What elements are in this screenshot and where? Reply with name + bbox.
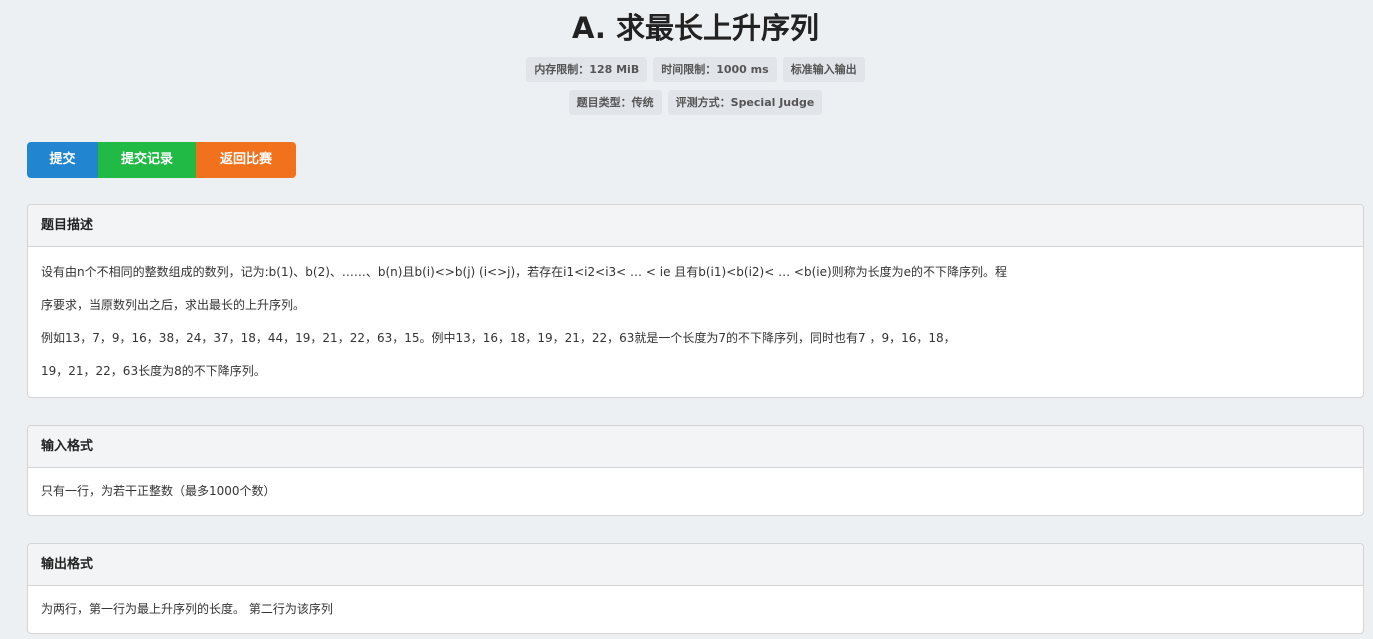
output-format-text: 为两行，第一行为最上升序列的长度。 第二行为该序列 — [41, 602, 333, 616]
back-to-contest-button[interactable]: 返回比赛 — [196, 142, 296, 178]
output-format-heading: 输出格式 — [28, 544, 1363, 586]
input-format-body: 只有一行，为若干正整数（最多1000个数） — [28, 468, 1363, 515]
submit-button[interactable]: 提交 — [27, 142, 98, 178]
description-line: 序要求，当原数列出之后，求出最长的上升序列。 — [41, 298, 306, 312]
action-button-group: 提交 提交记录 返回比赛 — [27, 142, 1364, 178]
judge-method-label: 评测方式：Special Judge — [667, 90, 823, 115]
description-line: 19，21，22，63长度为8的不下降序列。 — [41, 364, 266, 378]
problem-type-label: 题目类型：传统 — [568, 90, 662, 115]
submission-records-button[interactable]: 提交记录 — [98, 142, 196, 178]
output-format-body: 为两行，第一行为最上升序列的长度。 第二行为该序列 — [28, 586, 1363, 633]
description-line: 例如13，7，9，16，38，24，37，18，44，19，21，22，63，1… — [41, 331, 956, 345]
problem-title: A. 求最长上升序列 — [571, 11, 820, 45]
input-format-heading: 输入格式 — [28, 426, 1363, 468]
description-body: 设有由n个不相同的整数组成的数列，记为:b(1)、b(2)、……、b(n)且b(… — [28, 247, 1363, 397]
input-format-text: 只有一行，为若干正整数（最多1000个数） — [41, 484, 276, 498]
memory-limit-label: 内存限制：128 MiB — [526, 57, 648, 82]
io-mode-label: 标准输入输出 — [782, 57, 865, 82]
input-format-section: 输入格式 只有一行，为若干正整数（最多1000个数） — [27, 425, 1364, 516]
problem-page: A. 求最长上升序列 内存限制：128 MiB 时间限制：1000 ms 标准输… — [0, 0, 1373, 639]
output-format-section: 输出格式 为两行，第一行为最上升序列的长度。 第二行为该序列 — [27, 543, 1364, 634]
description-heading: 题目描述 — [28, 205, 1363, 247]
description-section: 题目描述 设有由n个不相同的整数组成的数列，记为:b(1)、b(2)、……、b(… — [27, 204, 1364, 398]
meta-row-limits: 内存限制：128 MiB 时间限制：1000 ms 标准输入输出 — [27, 57, 1364, 82]
time-limit-label: 时间限制：1000 ms — [653, 57, 777, 82]
meta-row-judge: 题目类型：传统 评测方式：Special Judge — [27, 90, 1364, 115]
description-line: 设有由n个不相同的整数组成的数列，记为:b(1)、b(2)、……、b(n)且b(… — [41, 265, 1008, 279]
